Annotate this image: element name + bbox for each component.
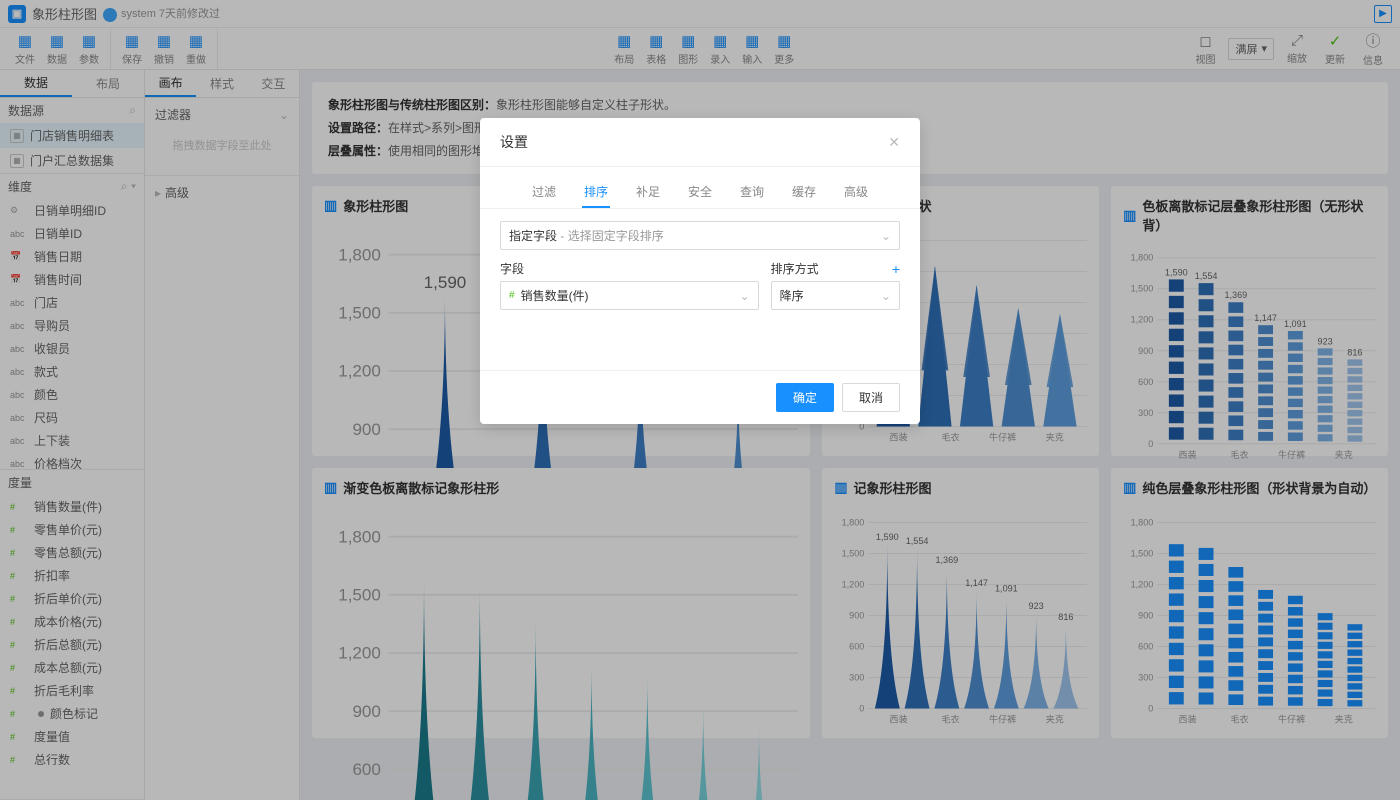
modal-tab-查询[interactable]: 查询 (738, 177, 766, 208)
modal-tab-安全[interactable]: 安全 (686, 177, 714, 208)
cancel-button[interactable]: 取消 (842, 383, 900, 412)
fixed-field-select[interactable]: 指定字段 - 选择固定字段排序 ⌄ (500, 221, 900, 250)
modal-tab-排序[interactable]: 排序 (582, 177, 610, 208)
settings-modal: 设置 ✕ 过滤排序补足安全查询缓存高级 指定字段 - 选择固定字段排序 ⌄ 字段… (480, 118, 920, 424)
modal-title: 设置 (500, 132, 528, 152)
sort-label: 排序方式 (771, 260, 819, 277)
close-icon[interactable]: ✕ (888, 134, 900, 151)
add-sort-icon[interactable]: + (892, 261, 900, 277)
modal-overlay[interactable]: 设置 ✕ 过滤排序补足安全查询缓存高级 指定字段 - 选择固定字段排序 ⌄ 字段… (0, 0, 1400, 800)
modal-tab-补足[interactable]: 补足 (634, 177, 662, 208)
field-label: 字段 (500, 260, 524, 277)
ok-button[interactable]: 确定 (776, 383, 834, 412)
sort-select[interactable]: 降序⌄ (771, 281, 900, 310)
field-select[interactable]: #销售数量(件)⌄ (500, 281, 759, 310)
modal-tab-缓存[interactable]: 缓存 (790, 177, 818, 208)
modal-tab-高级[interactable]: 高级 (842, 177, 870, 208)
modal-tab-过滤[interactable]: 过滤 (530, 177, 558, 208)
